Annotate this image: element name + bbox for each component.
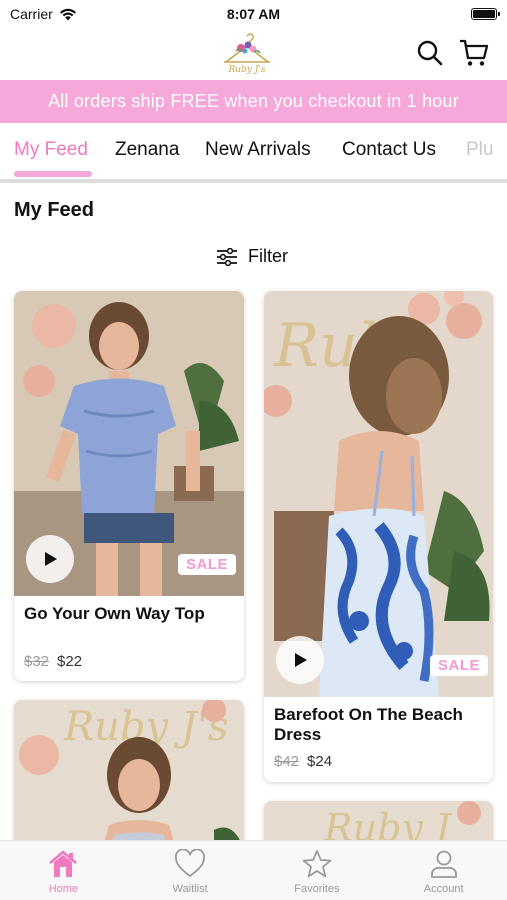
product-card[interactable]: Ruby SALE Barefoot On The Beach Dress $4… (264, 291, 493, 782)
status-bar: Carrier 8:07 AM (0, 0, 507, 28)
nav-label: Waitlist (172, 883, 208, 895)
tabs-divider (0, 179, 507, 183)
product-title-line: Dress (274, 725, 322, 744)
cart-icon (460, 39, 489, 66)
play-video-button[interactable] (26, 535, 74, 583)
filter-button[interactable]: Filter (216, 246, 288, 267)
tab-plus-size[interactable]: Plu (466, 139, 493, 161)
heart-icon (175, 849, 206, 878)
product-title[interactable]: Barefoot On The Beach Dress (274, 705, 463, 745)
active-tab-indicator (14, 171, 92, 177)
play-video-button[interactable] (276, 636, 324, 684)
play-icon (295, 653, 307, 667)
tab-my-feed[interactable]: My Feed (14, 139, 88, 161)
search-button[interactable] (415, 38, 445, 68)
logo-text: Ruby J's (228, 65, 266, 74)
cart-button[interactable] (459, 38, 489, 68)
price-row: $42 $24 (274, 753, 332, 770)
nav-label: Account (423, 883, 464, 895)
product-title-line: Barefoot On The Beach (274, 705, 463, 724)
page-title: My Feed (14, 199, 95, 221)
tab-new-arrivals[interactable]: New Arrivals (205, 139, 311, 161)
product-image[interactable]: Ruby SALE (264, 291, 493, 697)
product-photo: Ruby J's (14, 700, 244, 860)
sale-price: $22 (57, 653, 83, 670)
carrier-label: Carrier (10, 6, 53, 22)
category-tabs: My Feed Zenana New Arrivals Contact Us P… (0, 123, 507, 179)
search-icon (417, 40, 443, 66)
app-header: Ruby J's (0, 28, 507, 80)
promo-banner[interactable]: All orders ship FREE when you checkout i… (0, 80, 507, 123)
nav-account[interactable]: Account (380, 841, 507, 900)
header-actions (415, 38, 489, 68)
nav-home[interactable]: Home (0, 841, 127, 900)
product-title[interactable]: Go Your Own Way Top (24, 604, 205, 624)
brand-logo[interactable]: Ruby J's (212, 32, 282, 74)
price-row: $32 $22 (24, 653, 82, 670)
play-icon (45, 552, 57, 566)
tab-zenana[interactable]: Zenana (115, 139, 179, 161)
original-price: $42 (274, 753, 300, 770)
wifi-icon (59, 8, 76, 20)
nav-label: Favorites (294, 883, 340, 895)
home-icon (49, 850, 78, 877)
nav-waitlist[interactable]: Waitlist (127, 841, 254, 900)
status-left: Carrier (10, 6, 77, 22)
product-card[interactable]: SALE Go Your Own Way Top $32 $22 (14, 291, 244, 681)
nav-label: Home (48, 883, 79, 895)
original-price: $32 (24, 653, 50, 670)
product-card[interactable]: Ruby J's (14, 700, 244, 860)
battery-icon (471, 8, 500, 20)
tab-contact-us[interactable]: Contact Us (342, 139, 436, 161)
product-image[interactable]: Ruby J's (14, 700, 244, 860)
sale-badge: SALE (430, 655, 489, 676)
star-icon (302, 850, 332, 878)
nav-favorites[interactable]: Favorites (254, 841, 381, 900)
user-icon (430, 850, 457, 878)
filter-label: Filter (248, 246, 288, 266)
bottom-tab-bar: Home Waitlist Favorites Account (0, 840, 507, 900)
sale-badge: SALE (178, 554, 237, 575)
sliders-icon (217, 247, 237, 266)
product-image[interactable]: SALE (14, 291, 244, 596)
sale-price: $24 (307, 753, 333, 770)
